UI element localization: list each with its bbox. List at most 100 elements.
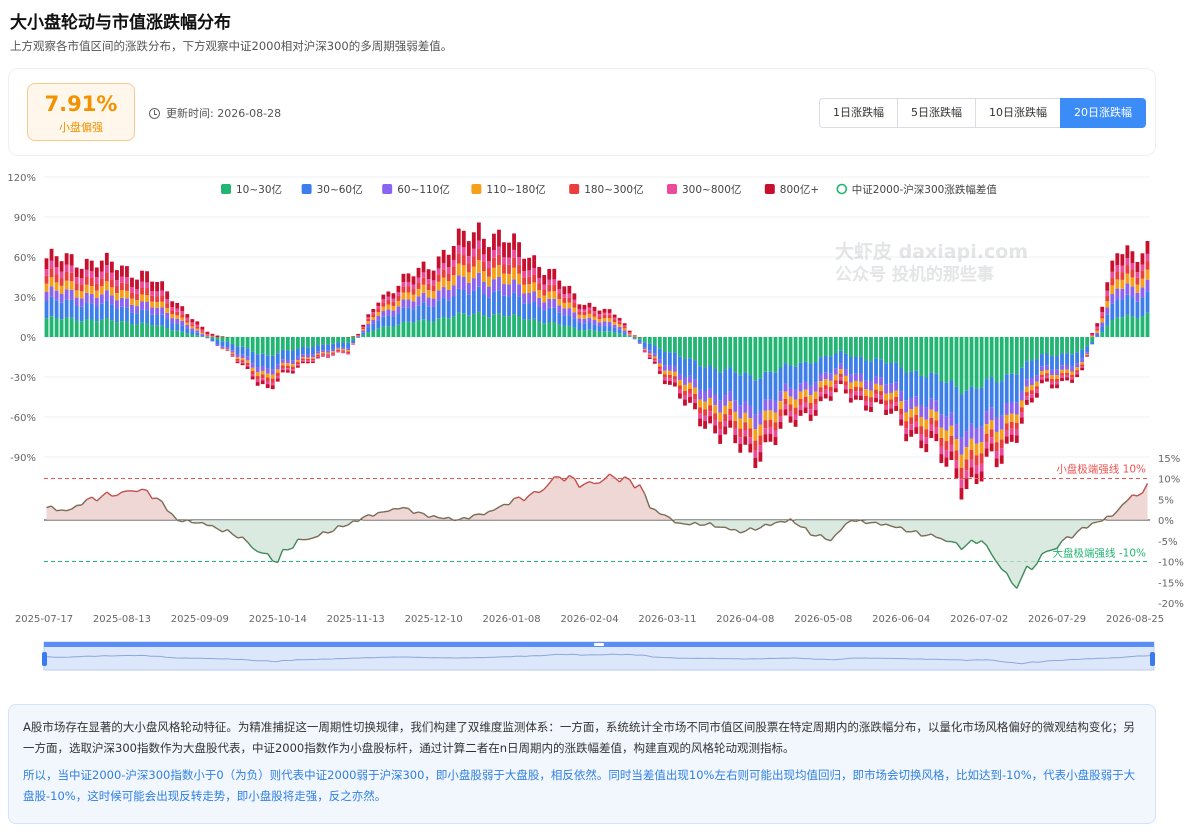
bar-segment <box>54 256 59 268</box>
bar-segment <box>522 277 527 285</box>
bar-segment <box>1085 337 1090 347</box>
bar-segment <box>738 405 743 419</box>
bar-segment <box>1080 367 1085 371</box>
bar-segment <box>351 336 356 337</box>
bar-segment <box>361 330 366 333</box>
bar-segment <box>768 419 773 428</box>
bar-segment <box>140 322 144 337</box>
bar-segment <box>1115 271 1120 280</box>
bar-segment <box>939 437 944 447</box>
bar-segment <box>1070 371 1074 375</box>
bar-segment <box>306 357 310 359</box>
bar-segment <box>642 347 647 350</box>
bar-segment <box>285 363 290 366</box>
bar-segment <box>889 383 894 393</box>
bar-segment <box>662 352 667 366</box>
bar-segment <box>838 337 843 351</box>
bar-segment <box>929 417 934 425</box>
tab-1d[interactable]: 1日涨跌幅 <box>819 98 897 128</box>
bar-segment <box>984 337 989 380</box>
tab-20d[interactable]: 20日涨跌幅 <box>1060 98 1146 128</box>
bar-segment <box>989 420 994 430</box>
bar-segment <box>542 323 547 337</box>
bar-segment <box>1125 273 1130 284</box>
bar-segment <box>421 302 426 320</box>
bar-segment <box>114 270 119 281</box>
bar-segment <box>522 303 527 320</box>
bar-segment <box>406 299 411 308</box>
bar-segment <box>622 325 627 327</box>
bar-segment <box>999 337 1004 382</box>
bar-segment <box>1024 396 1029 400</box>
bar-segment <box>667 337 672 353</box>
bar-segment <box>582 309 587 312</box>
bar-segment <box>94 283 99 291</box>
bar-segment <box>481 261 486 272</box>
bar-segment <box>99 319 104 337</box>
bar-segment <box>376 312 381 316</box>
bar-segment <box>109 261 114 273</box>
bar-segment <box>788 410 793 417</box>
bar-segment <box>773 400 778 413</box>
bar-segment <box>773 430 778 437</box>
bar-segment <box>426 306 431 321</box>
bar-segment <box>84 319 89 337</box>
bar-segment <box>451 259 456 267</box>
bar-segment <box>49 316 54 337</box>
spread-line-layer <box>46 473 1149 589</box>
reference-line-label: 大盘极端强线 -10% <box>1053 547 1146 560</box>
bar-segment <box>748 337 753 376</box>
bar-segment <box>300 361 305 364</box>
bar-segment <box>602 325 607 332</box>
bar-segment <box>989 337 994 378</box>
bar-segment <box>517 296 521 316</box>
tab-5d[interactable]: 5日涨跌幅 <box>897 98 975 128</box>
bar-segment <box>617 326 622 330</box>
bar-segment <box>848 374 853 383</box>
bar-segment <box>79 268 84 279</box>
bar-segment <box>1019 412 1024 418</box>
bar-segment <box>813 404 818 410</box>
bar-segment <box>1140 253 1145 265</box>
bar-segment <box>718 412 723 422</box>
bar-segment <box>49 260 54 269</box>
data-zoom-slider[interactable] <box>42 641 1155 671</box>
tab-10d[interactable]: 10日涨跌幅 <box>975 98 1060 128</box>
bar-segment <box>773 422 778 431</box>
bar-segment <box>693 379 697 388</box>
bar-segment <box>89 294 94 304</box>
bar-segment <box>703 401 707 410</box>
bar-segment <box>758 435 763 446</box>
bar-segment <box>939 381 944 415</box>
bar-segment <box>376 308 381 313</box>
bar-segment <box>803 389 808 397</box>
bar-segment <box>869 390 873 398</box>
bar-segment <box>934 373 939 401</box>
spread-line-segment <box>152 497 158 500</box>
bar-segment <box>411 309 416 323</box>
bar-segment <box>547 279 552 285</box>
bar-segment <box>84 292 89 303</box>
bar-segment <box>125 307 129 322</box>
bar-segment <box>275 369 280 373</box>
bar-segment <box>783 337 788 364</box>
bar-segment <box>280 368 285 370</box>
bar-segment <box>109 272 114 280</box>
bar-segment <box>874 389 878 395</box>
bar-segment <box>1060 373 1064 376</box>
bar-segment <box>230 354 235 356</box>
bar-segment <box>1014 414 1019 423</box>
bar-segment <box>718 421 723 430</box>
bar-segment <box>848 393 853 398</box>
bar-segment <box>290 369 295 372</box>
bar-segment <box>713 425 718 434</box>
bar-segment <box>451 266 456 276</box>
chart-legend: 10~30亿 30~60亿 60~110亿 110~180亿 180~300亿 300~8… <box>221 183 997 196</box>
bar-segment <box>1034 393 1039 398</box>
bar-segment <box>909 371 914 398</box>
bar-segment <box>59 271 64 279</box>
bar-segment <box>316 356 320 358</box>
bar-segment <box>155 296 160 302</box>
bar-segment <box>386 326 391 337</box>
y2-tick-label: 15% <box>1158 454 1180 465</box>
